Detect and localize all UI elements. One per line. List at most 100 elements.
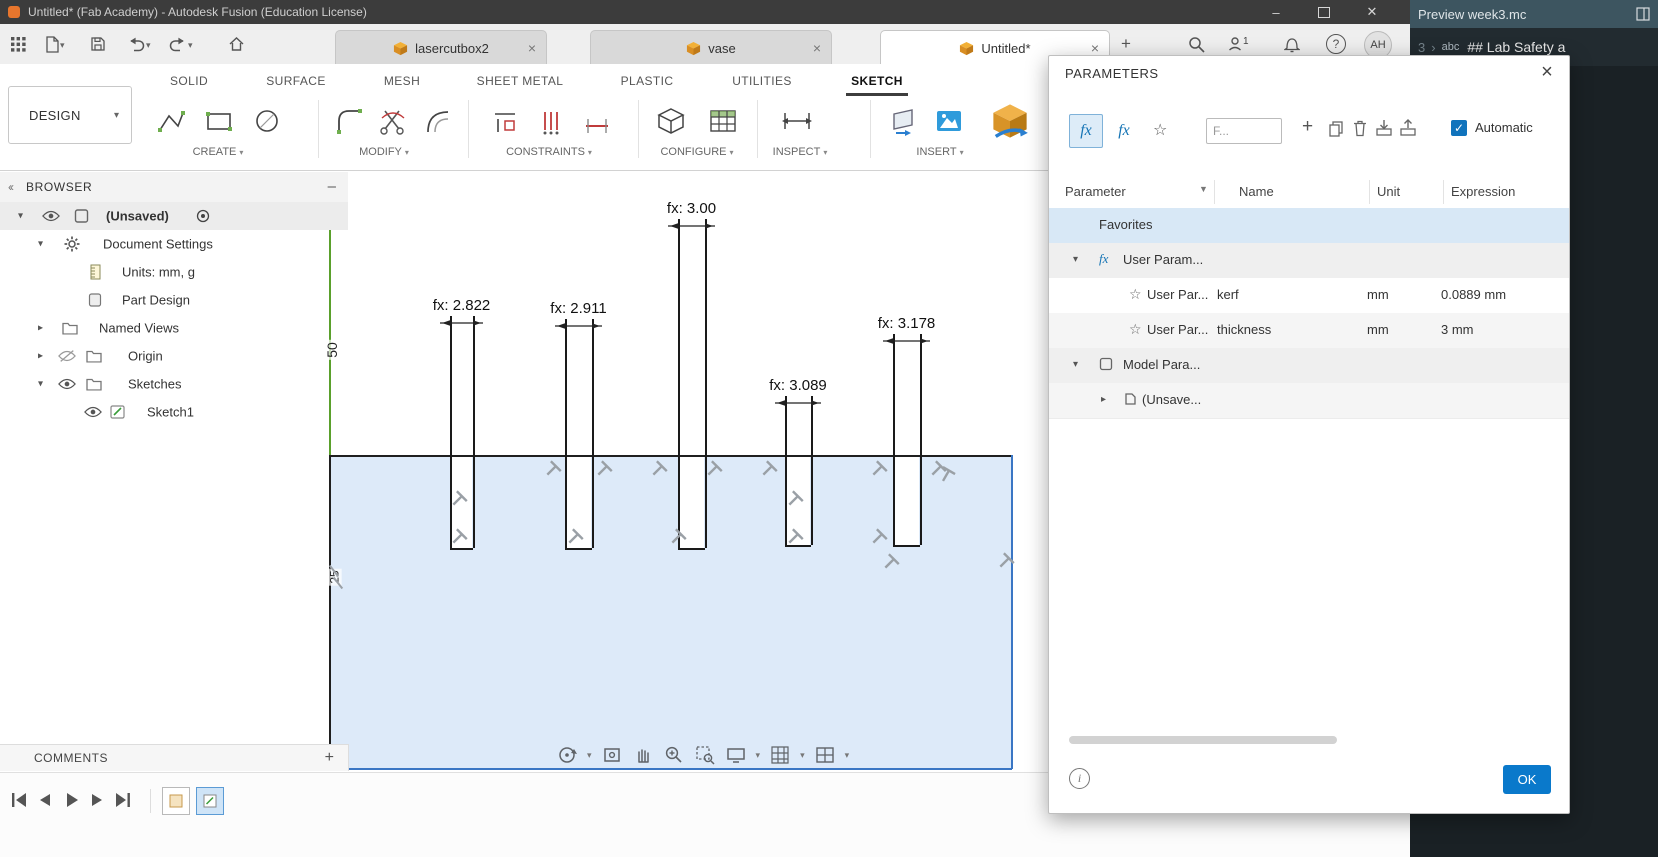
dimension-line[interactable]: [553, 319, 604, 331]
vscode-layout-icon[interactable]: [1636, 7, 1650, 21]
minimize-window-icon[interactable]: –: [1252, 0, 1300, 24]
sketch-left-edge-line[interactable]: [329, 455, 331, 769]
timeline-feature-icon[interactable]: [162, 787, 190, 815]
document-name[interactable]: (Unsaved): [106, 209, 169, 224]
item-label[interactable]: Sketch1: [147, 405, 194, 420]
col-parameter[interactable]: Parameter: [1065, 184, 1126, 199]
close-tab-icon[interactable]: ×: [528, 40, 536, 56]
configure-box-icon[interactable]: [650, 100, 692, 142]
favorites-filter-icon[interactable]: ☆: [1153, 120, 1167, 140]
close-tab-icon[interactable]: ×: [1091, 40, 1099, 56]
group-create[interactable]: CREATE ▾: [193, 146, 244, 158]
close-window-icon[interactable]: ✕: [1348, 0, 1396, 24]
col-unit[interactable]: Unit: [1377, 184, 1400, 199]
parameter-row-thickness[interactable]: ☆ User Par... thickness mm 3 mm: [1049, 313, 1569, 349]
dimension-line[interactable]: [438, 316, 485, 328]
zoom-window-icon[interactable]: [694, 744, 716, 766]
slot-edge-line[interactable]: [450, 316, 452, 548]
parameter-search-input[interactable]: [1206, 118, 1282, 144]
slot-edge-line[interactable]: [705, 219, 707, 548]
close-dialog-icon[interactable]: ×: [1535, 60, 1559, 84]
slot-edge-line[interactable]: [785, 396, 787, 545]
dimension-label[interactable]: fx: 3.089: [766, 377, 830, 394]
dimension-line[interactable]: [773, 396, 823, 408]
modify-offset-icon[interactable]: [416, 100, 458, 142]
slot-edge-line[interactable]: [811, 396, 813, 545]
slot-bottom-line[interactable]: [565, 548, 592, 550]
close-tab-icon[interactable]: ×: [813, 40, 821, 56]
insert-canvas-icon[interactable]: [882, 100, 924, 142]
browser-row-units[interactable]: Units: mm, g: [0, 258, 348, 286]
display-caret-icon[interactable]: ▾: [756, 750, 761, 761]
collapsed-caret-icon[interactable]: ▸: [1101, 394, 1106, 405]
bell-icon[interactable]: [1282, 34, 1302, 54]
slot-edge-line[interactable]: [678, 219, 680, 548]
insert-image-icon[interactable]: [928, 100, 970, 142]
constraints-dimension-icon[interactable]: [576, 100, 618, 142]
expand-caret-icon[interactable]: ▾: [18, 211, 23, 222]
viewports-icon[interactable]: [814, 744, 836, 766]
dimension-line[interactable]: [881, 334, 932, 346]
inspect-measure-icon[interactable]: [772, 100, 822, 142]
user-parameters-filter-button[interactable]: fx: [1069, 114, 1103, 148]
item-label[interactable]: Sketches: [128, 377, 181, 392]
favorite-star-icon[interactable]: ☆: [1129, 286, 1142, 303]
user-parameters-group-row[interactable]: ▾ fx User Param...: [1049, 243, 1569, 279]
automatic-checkbox[interactable]: ✓: [1451, 120, 1467, 136]
collapse-panel-icon[interactable]: ‹‹: [8, 180, 14, 194]
tab-mesh[interactable]: MESH: [384, 74, 420, 88]
file-icon[interactable]: [42, 34, 62, 54]
expand-caret-icon[interactable]: ▾: [1073, 359, 1078, 370]
export-parameters-icon[interactable]: [1399, 119, 1417, 137]
add-parameter-icon[interactable]: +: [1302, 116, 1313, 138]
zoom-icon[interactable]: [663, 744, 685, 766]
visibility-eye-icon[interactable]: [84, 406, 102, 419]
comments-bar[interactable]: COMMENTS +: [0, 744, 349, 771]
active-component-icon[interactable]: [196, 209, 210, 223]
slot-edge-line[interactable]: [473, 316, 475, 548]
create-rectangle-icon[interactable]: [198, 100, 240, 142]
timeline-sketch-feature-icon[interactable]: [196, 787, 224, 815]
sketch-bottom-edge-line[interactable]: [330, 768, 1012, 770]
add-comment-icon[interactable]: +: [325, 749, 334, 767]
modify-fillet-icon[interactable]: [328, 100, 370, 142]
sort-caret-icon[interactable]: ▼: [1199, 184, 1208, 194]
file-caret-icon[interactable]: ▾: [60, 40, 65, 51]
tab-surface[interactable]: SURFACE: [266, 74, 325, 88]
orbit-caret-icon[interactable]: ▾: [587, 750, 592, 761]
dimension-label[interactable]: fx: 3.178: [874, 315, 939, 332]
slot-edge-line[interactable]: [893, 334, 895, 545]
tab-sketch[interactable]: SKETCH: [851, 74, 903, 88]
search-icon[interactable]: [1186, 34, 1206, 54]
undo-caret-icon[interactable]: ▾: [146, 40, 151, 51]
browser-row-sketches[interactable]: ▾ Sketches: [0, 370, 348, 398]
help-icon[interactable]: ?: [1326, 34, 1346, 54]
constraints-palette-icon[interactable]: [484, 100, 526, 142]
browser-row-part-design[interactable]: Part Design: [0, 286, 348, 314]
item-label[interactable]: Origin: [128, 349, 163, 364]
favorites-row[interactable]: Favorites: [1049, 208, 1569, 244]
dimension-label[interactable]: fx: 2.911: [547, 300, 610, 317]
create-line-icon[interactable]: [150, 100, 192, 142]
slot-edge-line[interactable]: [592, 319, 594, 548]
delete-parameter-icon[interactable]: [1352, 119, 1368, 137]
all-parameters-filter-button[interactable]: fx: [1107, 114, 1141, 148]
create-circle-icon[interactable]: [246, 100, 288, 142]
play-icon[interactable]: [60, 789, 82, 811]
horizontal-scrollbar[interactable]: [1069, 736, 1337, 744]
tab-plastic[interactable]: PLASTIC: [621, 74, 674, 88]
app-grid-icon[interactable]: [8, 34, 28, 54]
info-icon[interactable]: i: [1069, 768, 1090, 789]
design-workspace-dropdown[interactable]: DESIGN ▾: [8, 86, 132, 144]
display-settings-icon[interactable]: [725, 744, 747, 766]
item-label[interactable]: Units: mm, g: [122, 265, 195, 280]
item-label[interactable]: Part Design: [122, 293, 190, 308]
doc-tab-vase[interactable]: vase ×: [590, 30, 832, 65]
redo-icon[interactable]: [168, 34, 188, 54]
grid-settings-icon[interactable]: [769, 744, 791, 766]
visibility-eye-icon[interactable]: [42, 210, 60, 223]
col-expression[interactable]: Expression: [1451, 184, 1515, 199]
visibility-eye-icon[interactable]: [58, 378, 76, 391]
tab-solid[interactable]: SOLID: [170, 74, 208, 88]
home-icon[interactable]: [226, 34, 246, 54]
